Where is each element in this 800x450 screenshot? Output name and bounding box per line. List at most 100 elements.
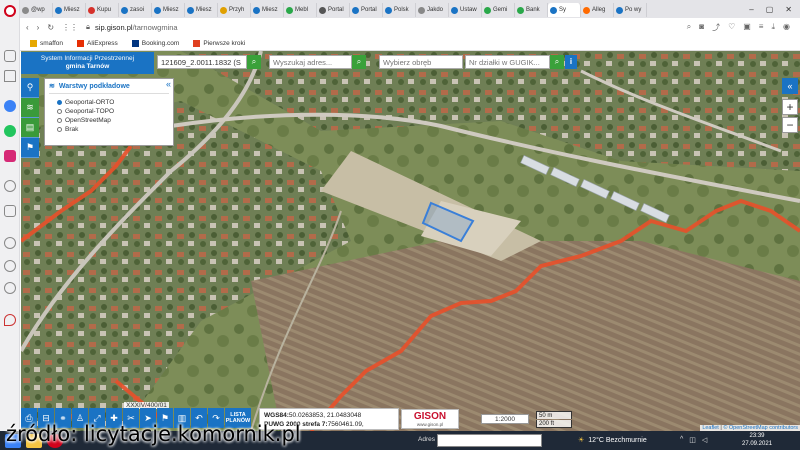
pin-tool-icon[interactable]: ⚲ (21, 78, 39, 98)
bookmark-icon (77, 39, 85, 47)
history-icon[interactable] (4, 260, 16, 272)
expand-panel-button[interactable]: « (782, 78, 798, 94)
bookmark-item[interactable]: AliExpress (77, 39, 118, 47)
browser-tab[interactable]: Mebl (284, 3, 317, 17)
base-layers-panel: « ≋ Warstwy podkładowe Geoportal-ORTO Geo… (44, 78, 174, 146)
search-icon[interactable]: ⌕ (687, 22, 691, 33)
download-icon[interactable]: ⤓ (771, 22, 775, 33)
browser-tab[interactable]: Ustaw (449, 3, 482, 17)
tab-strip: @wp Miesz Kupu zasoi Miesz Miesz Przyh Miesz Meb… (20, 0, 800, 18)
system-tray: ^ ◫ ◁ (680, 436, 707, 444)
bookmark-label: Pierwsze kroki (203, 39, 246, 47)
browser-tab[interactable]: Miesz (152, 3, 185, 17)
base-layer-option[interactable]: Geoportal-ORTO (57, 98, 169, 107)
browser-tab[interactable]: Miesz (185, 3, 218, 17)
opera-logo-icon[interactable] (4, 5, 16, 17)
browser-tab[interactable]: Portal (350, 3, 383, 17)
easy-setup-icon[interactable]: ≡ (759, 22, 764, 33)
weather-widget[interactable]: ☀ 12°C Bezchmurnie (578, 436, 647, 445)
forward-icon[interactable]: › (37, 23, 40, 32)
stack-tool-icon[interactable]: ▤ (21, 118, 39, 138)
radio-icon[interactable] (57, 127, 62, 132)
location-pin-icon[interactable] (4, 314, 16, 326)
bookmark-label: Booking.com (141, 39, 180, 47)
map-viewport[interactable]: System Informacji Przestrzennej gmina Ta… (21, 51, 800, 431)
bookmark-heart-icon[interactable]: ♡ (728, 22, 735, 33)
base-layer-label: Geoportal-TOPO (65, 108, 115, 115)
send-icon[interactable] (4, 205, 16, 217)
base-layer-option[interactable]: Geoportal-TOPO (57, 107, 169, 116)
browser-tab[interactable]: Po wy (614, 3, 647, 17)
bookmark-icon (193, 39, 201, 47)
taskbar-address-input[interactable] (437, 434, 542, 447)
layers-tool-icon[interactable]: ≋ (21, 98, 39, 118)
camera-icon[interactable]: ◙ (699, 22, 704, 33)
base-layer-label: Geoportal-ORTO (65, 99, 115, 106)
browser-tab[interactable]: @wp (20, 3, 53, 17)
minimize-icon[interactable]: – (749, 5, 753, 14)
close-icon[interactable]: ✕ (785, 5, 792, 14)
browser-tab[interactable]: Portal (317, 3, 350, 17)
browser-tab[interactable]: Sy (548, 3, 581, 17)
browser-tab[interactable]: Gemi (482, 3, 515, 17)
tab-label: Po wy (625, 7, 642, 13)
apps-icon[interactable]: ⋮⋮ (62, 23, 78, 32)
radio-icon[interactable] (57, 118, 62, 123)
collapse-panel-icon[interactable]: « (166, 79, 171, 89)
gison-logo[interactable]: GISON www.gison.pl (401, 409, 459, 429)
messenger-icon[interactable] (4, 100, 16, 112)
chevron-up-icon[interactable]: ^ (680, 436, 683, 444)
radio-icon[interactable] (57, 100, 62, 105)
tab-label: Polsk (394, 7, 409, 13)
maximize-icon[interactable]: ▢ (766, 5, 774, 14)
parcel-number-input[interactable]: Nr działki w GUGIK... (465, 55, 550, 69)
address-search-button[interactable]: ⌕ (352, 55, 366, 69)
base-layer-option[interactable]: OpenStreetMap (57, 116, 169, 125)
browser-tab[interactable]: zasoi (119, 3, 152, 17)
browser-tab[interactable]: Polsk (383, 3, 416, 17)
parcel-search-input[interactable]: 121609_2.0011.1832 (S (157, 55, 247, 69)
reload-icon[interactable]: ↻ (47, 23, 54, 32)
whatsapp-icon[interactable] (4, 125, 16, 137)
browser-tab[interactable]: Jakdo (416, 3, 449, 17)
share-icon[interactable]: ⤴ (712, 22, 720, 33)
zoom-in-button[interactable]: + (782, 99, 798, 115)
parcel-search-button[interactable]: ⌕ (247, 55, 261, 69)
taskbar-clock[interactable]: 23:39 27.09.2021 (742, 432, 772, 448)
player-icon[interactable] (4, 180, 16, 192)
url-field[interactable]: 🔒︎ sip.gison.pl/tarnowgmina (86, 22, 178, 32)
radio-icon[interactable] (57, 109, 62, 114)
address-search-input[interactable]: Wyszukaj adres... (269, 55, 352, 69)
precinct-select[interactable]: Wybierz obręb (379, 55, 463, 69)
volume-icon[interactable]: ◁ (702, 436, 707, 444)
base-layer-option[interactable]: Brak (57, 125, 169, 134)
zoom-out-button[interactable]: − (782, 117, 798, 133)
vpn-icon[interactable]: ▣ (743, 22, 751, 33)
instagram-icon[interactable] (4, 150, 16, 162)
bookmark-item[interactable]: Booking.com (131, 39, 180, 47)
tab-favicon-icon (385, 6, 392, 14)
address-bar: ‹ › ↻ ⋮⋮ 🔒︎ sip.gison.pl/tarnowgmina ⌕ ◙… (20, 18, 800, 36)
location-tool-icon[interactable]: ⚑ (21, 138, 39, 158)
back-icon[interactable]: ‹ (26, 23, 29, 32)
browser-tab[interactable]: Miesz (251, 3, 284, 17)
avatar[interactable]: ◉ (783, 22, 790, 33)
speed-dial-icon[interactable] (4, 50, 16, 62)
browser-tab[interactable]: Przyh (218, 3, 251, 17)
browser-tab[interactable]: Kupu (86, 3, 119, 17)
browser-tab[interactable]: Miesz (53, 3, 86, 17)
tab-favicon-icon (88, 6, 95, 14)
parcel-number-search-button[interactable]: ⌕ (550, 55, 564, 69)
browser-tab[interactable]: Alleg (581, 3, 614, 17)
info-button[interactable]: i (565, 55, 577, 69)
settings-icon[interactable] (4, 282, 16, 294)
heart-icon[interactable] (4, 237, 16, 249)
network-icon[interactable]: ◫ (689, 436, 696, 444)
scale-select[interactable]: 1:2000 (481, 414, 529, 424)
home-icon[interactable] (4, 70, 16, 82)
browser-tab[interactable]: Bank (515, 3, 548, 17)
bookmark-item[interactable]: Pierwsze kroki (193, 39, 246, 47)
sun-icon: ☀ (578, 437, 585, 444)
bookmark-item[interactable]: smaffon (30, 39, 63, 47)
tab-label: Miesz (64, 7, 80, 13)
